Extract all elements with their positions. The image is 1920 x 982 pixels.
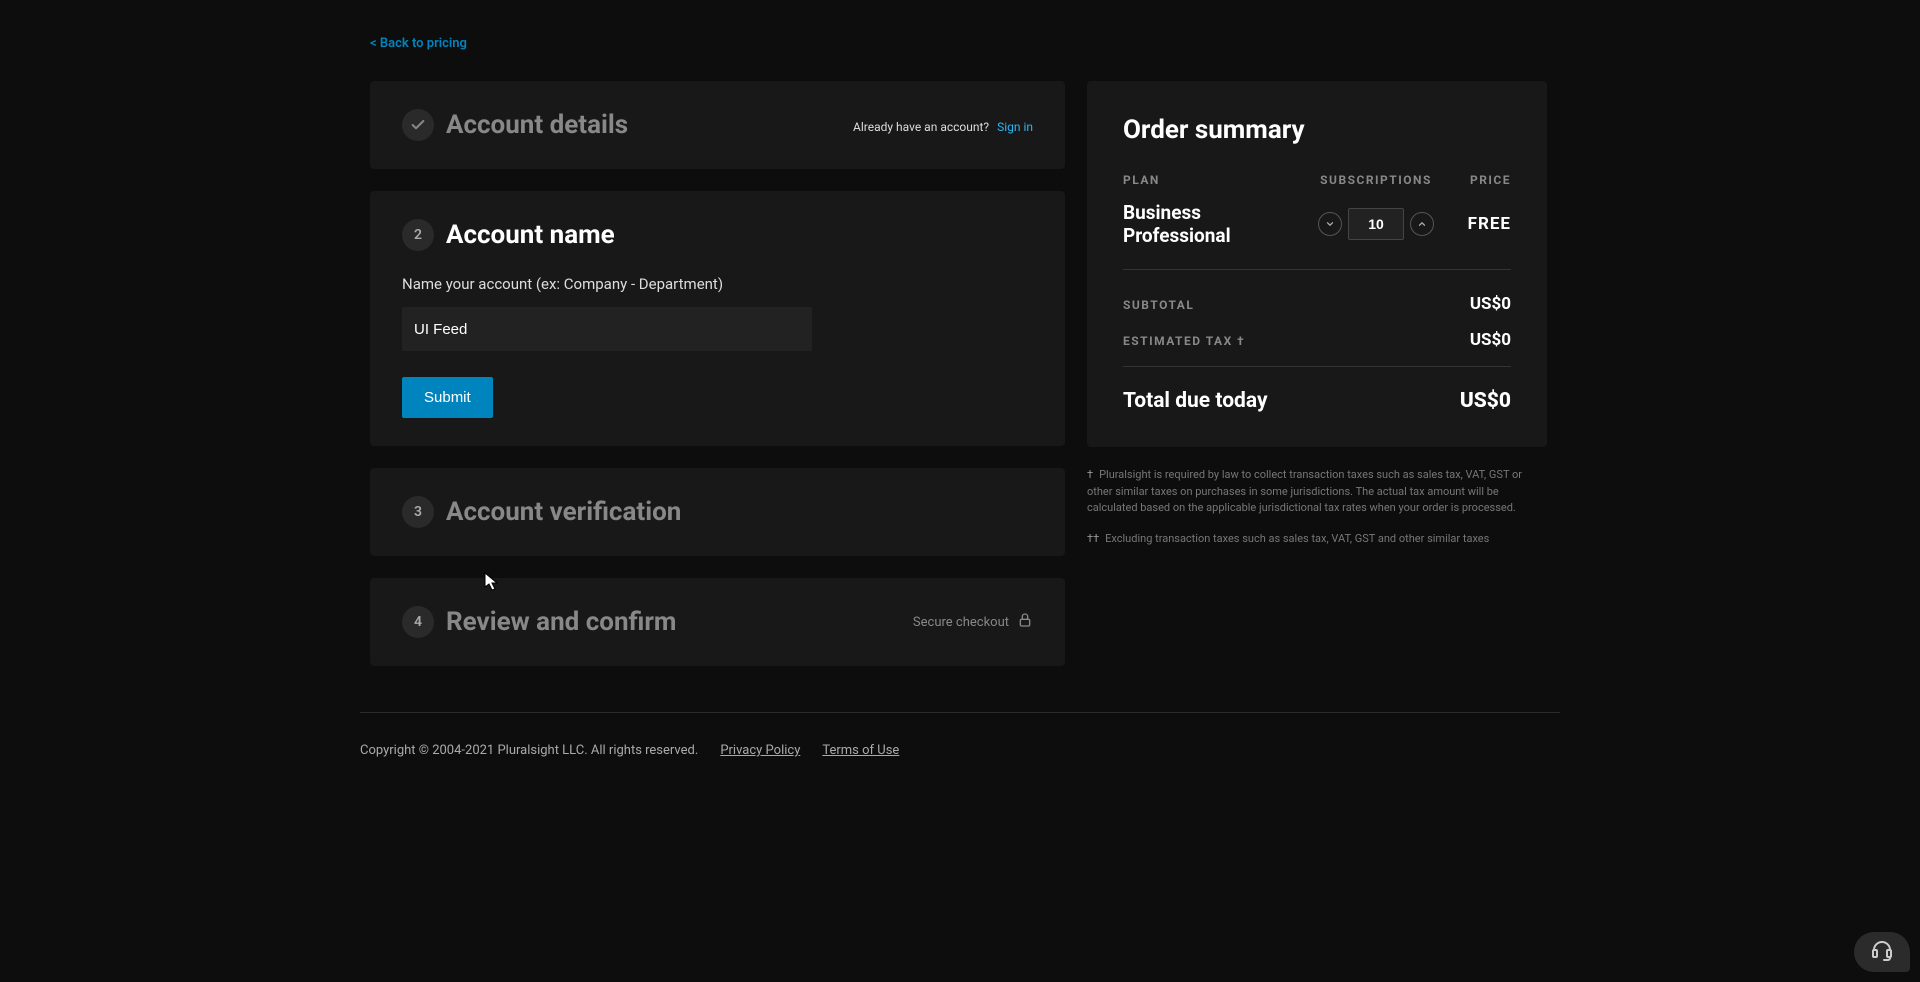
header-price: PRICE xyxy=(1441,173,1511,187)
subscriptions-stepper xyxy=(1311,208,1441,240)
chevron-up-icon xyxy=(1417,217,1427,232)
step-account-name: 2 Account name Name your account (ex: Co… xyxy=(370,191,1065,446)
header-subscriptions: SUBSCRIPTIONS xyxy=(1311,173,1441,187)
headset-icon xyxy=(1870,938,1894,966)
price-value: FREE xyxy=(1441,214,1511,234)
total-due-value: US$0 xyxy=(1460,389,1511,413)
help-chat-button[interactable] xyxy=(1854,932,1910,972)
step-number-badge: 2 xyxy=(402,219,434,251)
copyright-text: Copyright © 2004-2021 Pluralsight LLC. A… xyxy=(360,743,698,758)
account-name-label: Name your account (ex: Company - Departm… xyxy=(402,275,1033,293)
step-title-account-name: Account name xyxy=(446,220,615,250)
order-summary-title: Order summary xyxy=(1123,115,1511,145)
plan-name: Business Professional xyxy=(1123,201,1311,247)
decrement-button[interactable] xyxy=(1318,212,1342,236)
terms-of-use-link[interactable]: Terms of Use xyxy=(822,743,899,758)
subtotal-value: US$0 xyxy=(1470,294,1511,314)
step-account-details: Account details Already have an account?… xyxy=(370,81,1065,169)
step-title-account-verification: Account verification xyxy=(446,497,681,527)
lock-icon xyxy=(1017,611,1033,633)
subtotal-label: SUBTOTAL xyxy=(1123,298,1194,312)
already-have-account-text: Already have an account? xyxy=(853,120,989,134)
step-account-verification: 3 Account verification xyxy=(370,468,1065,556)
order-summary-card: Order summary PLAN SUBSCRIPTIONS PRICE B… xyxy=(1087,81,1547,447)
page-footer: Copyright © 2004-2021 Pluralsight LLC. A… xyxy=(360,713,1560,788)
increment-button[interactable] xyxy=(1410,212,1434,236)
sign-in-link[interactable]: Sign in xyxy=(997,120,1033,134)
tax-footnote-2: ††Excluding transaction taxes such as sa… xyxy=(1087,531,1547,548)
subscriptions-input[interactable] xyxy=(1348,208,1404,240)
total-due-label: Total due today xyxy=(1123,389,1268,413)
tax-footnote-1: †Pluralsight is required by law to colle… xyxy=(1087,467,1547,517)
secure-checkout-label: Secure checkout xyxy=(913,615,1009,630)
header-plan: PLAN xyxy=(1123,173,1311,187)
step-number-badge: 4 xyxy=(402,606,434,638)
estimated-tax-value: US$0 xyxy=(1470,330,1511,350)
check-icon xyxy=(402,109,434,141)
privacy-policy-link[interactable]: Privacy Policy xyxy=(720,743,800,758)
step-title-review-confirm: Review and confirm xyxy=(446,607,676,637)
back-to-pricing-link[interactable]: < Back to pricing xyxy=(370,36,467,51)
step-number-badge: 3 xyxy=(402,496,434,528)
account-name-input[interactable] xyxy=(402,307,812,351)
estimated-tax-label: ESTIMATED TAX † xyxy=(1123,334,1245,348)
chevron-down-icon xyxy=(1325,217,1335,232)
submit-button[interactable]: Submit xyxy=(402,377,493,418)
step-title-account-details: Account details xyxy=(446,110,628,140)
step-review-confirm: 4 Review and confirm Secure checkout xyxy=(370,578,1065,666)
